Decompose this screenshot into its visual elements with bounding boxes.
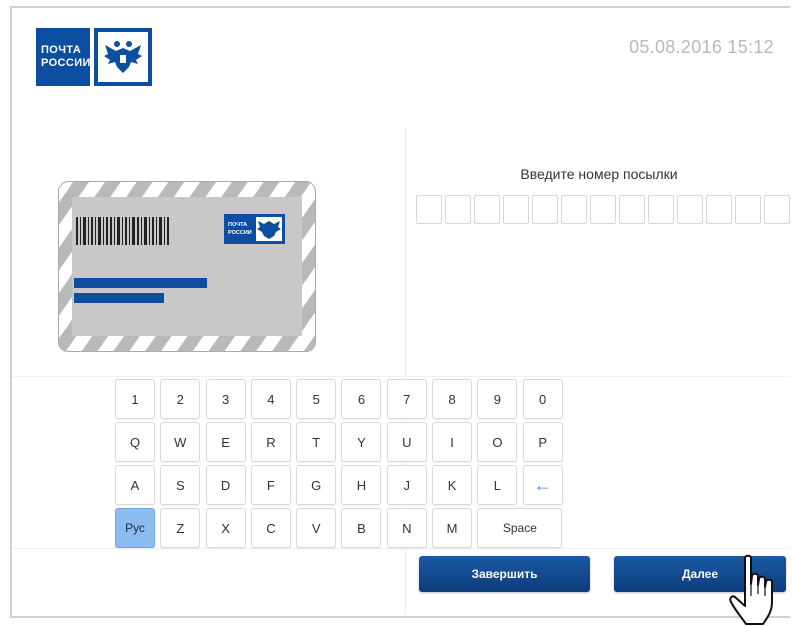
key-6[interactable]: 6 xyxy=(341,379,382,419)
parcel-number-cell[interactable] xyxy=(416,195,442,224)
key-t[interactable]: T xyxy=(296,422,337,462)
key-7[interactable]: 7 xyxy=(386,379,427,419)
parcel-label-illustration: ПОЧТА РОССИИ xyxy=(58,181,316,352)
parcel-number-prompt: Введите номер посылки xyxy=(520,166,678,182)
key-8[interactable]: 8 xyxy=(432,379,473,419)
key-o[interactable]: O xyxy=(477,422,518,462)
key-p[interactable]: P xyxy=(522,422,563,462)
key-m[interactable]: M xyxy=(432,508,473,548)
key-x[interactable]: X xyxy=(205,508,246,548)
parcel-number-cell[interactable] xyxy=(474,195,500,224)
key-0[interactable]: 0 xyxy=(522,379,563,419)
pochta-rossii-logo: ПОЧТА РОССИИ xyxy=(36,28,152,86)
parcel-number-cell[interactable] xyxy=(706,195,732,224)
key-z[interactable]: Z xyxy=(160,508,201,548)
parcel-number-cell[interactable] xyxy=(503,195,529,224)
parcel-number-cell[interactable] xyxy=(735,195,761,224)
key-r[interactable]: R xyxy=(250,422,291,462)
key-q[interactable]: Q xyxy=(115,422,155,462)
keyboard-row: 1234567890 xyxy=(115,379,568,419)
key-h[interactable]: H xyxy=(341,465,382,505)
key-u[interactable]: U xyxy=(386,422,427,462)
parcel-number-cell[interactable] xyxy=(445,195,471,224)
key-d[interactable]: D xyxy=(205,465,246,505)
parcel-number-cell[interactable] xyxy=(677,195,703,224)
key-3[interactable]: 3 xyxy=(205,379,246,419)
key-w[interactable]: W xyxy=(160,422,201,462)
key-a[interactable]: A xyxy=(115,465,155,505)
address-line-2 xyxy=(74,293,164,303)
parcel-number-input[interactable] xyxy=(416,195,792,224)
parcel-number-cell[interactable] xyxy=(590,195,616,224)
keyboard-row: Рус Z X C V B N M Space xyxy=(115,508,568,548)
key-j[interactable]: J xyxy=(386,465,427,505)
space-key[interactable]: Space xyxy=(477,508,563,548)
key-b[interactable]: B xyxy=(341,508,382,548)
finish-button[interactable]: Завершить xyxy=(419,556,590,592)
logo-line-1: ПОЧТА xyxy=(41,44,82,56)
key-c[interactable]: C xyxy=(250,508,291,548)
key-l[interactable]: L xyxy=(477,465,518,505)
hand-pointer-icon xyxy=(729,554,773,625)
key-n[interactable]: N xyxy=(386,508,427,548)
parcel-number-cell[interactable] xyxy=(619,195,645,224)
key-k[interactable]: K xyxy=(432,465,473,505)
parcel-number-cell[interactable] xyxy=(532,195,558,224)
datetime-display: 05.08.2016 15:12 xyxy=(629,37,774,57)
mini-logo-icon: ПОЧТА РОССИИ xyxy=(224,214,285,244)
parcel-number-cell[interactable] xyxy=(648,195,674,224)
mini-logo-line-1: ПОЧТА xyxy=(228,222,247,228)
key-4[interactable]: 4 xyxy=(250,379,291,419)
key-5[interactable]: 5 xyxy=(296,379,337,419)
backspace-key[interactable]: ← xyxy=(522,465,563,505)
key-g[interactable]: G xyxy=(296,465,337,505)
key-v[interactable]: V xyxy=(296,508,337,548)
mini-logo-line-2: РОССИИ xyxy=(228,230,252,236)
logo-line-2: РОССИИ xyxy=(41,57,91,69)
address-line-1 xyxy=(74,278,207,288)
key-e[interactable]: E xyxy=(205,422,246,462)
on-screen-keyboard: 1 2 3 4 5 6 7 8 9 0 Q W E R T Y U I O P A S D F G H J K L ← Рус Z X C V B N M… xyxy=(115,379,568,551)
key-s[interactable]: S xyxy=(160,465,201,505)
divider-keyboard-top xyxy=(12,376,790,377)
keyboard-row: A S D F G H J K L ← xyxy=(115,465,568,505)
key-2[interactable]: 2 xyxy=(160,379,201,419)
key-1[interactable]: 1 xyxy=(115,379,155,419)
parcel-number-cell[interactable] xyxy=(561,195,587,224)
key-f[interactable]: F xyxy=(250,465,291,505)
key-9[interactable]: 9 xyxy=(477,379,518,419)
key-y[interactable]: Y xyxy=(341,422,382,462)
key-i[interactable]: I xyxy=(432,422,473,462)
parcel-number-cell[interactable] xyxy=(764,195,790,224)
eagle-emblem-icon xyxy=(94,28,152,86)
language-toggle-key[interactable]: Рус xyxy=(115,508,155,548)
keyboard-row: QWERTYUIOP xyxy=(115,422,568,462)
logo-wordmark: ПОЧТА РОССИИ xyxy=(36,28,90,86)
